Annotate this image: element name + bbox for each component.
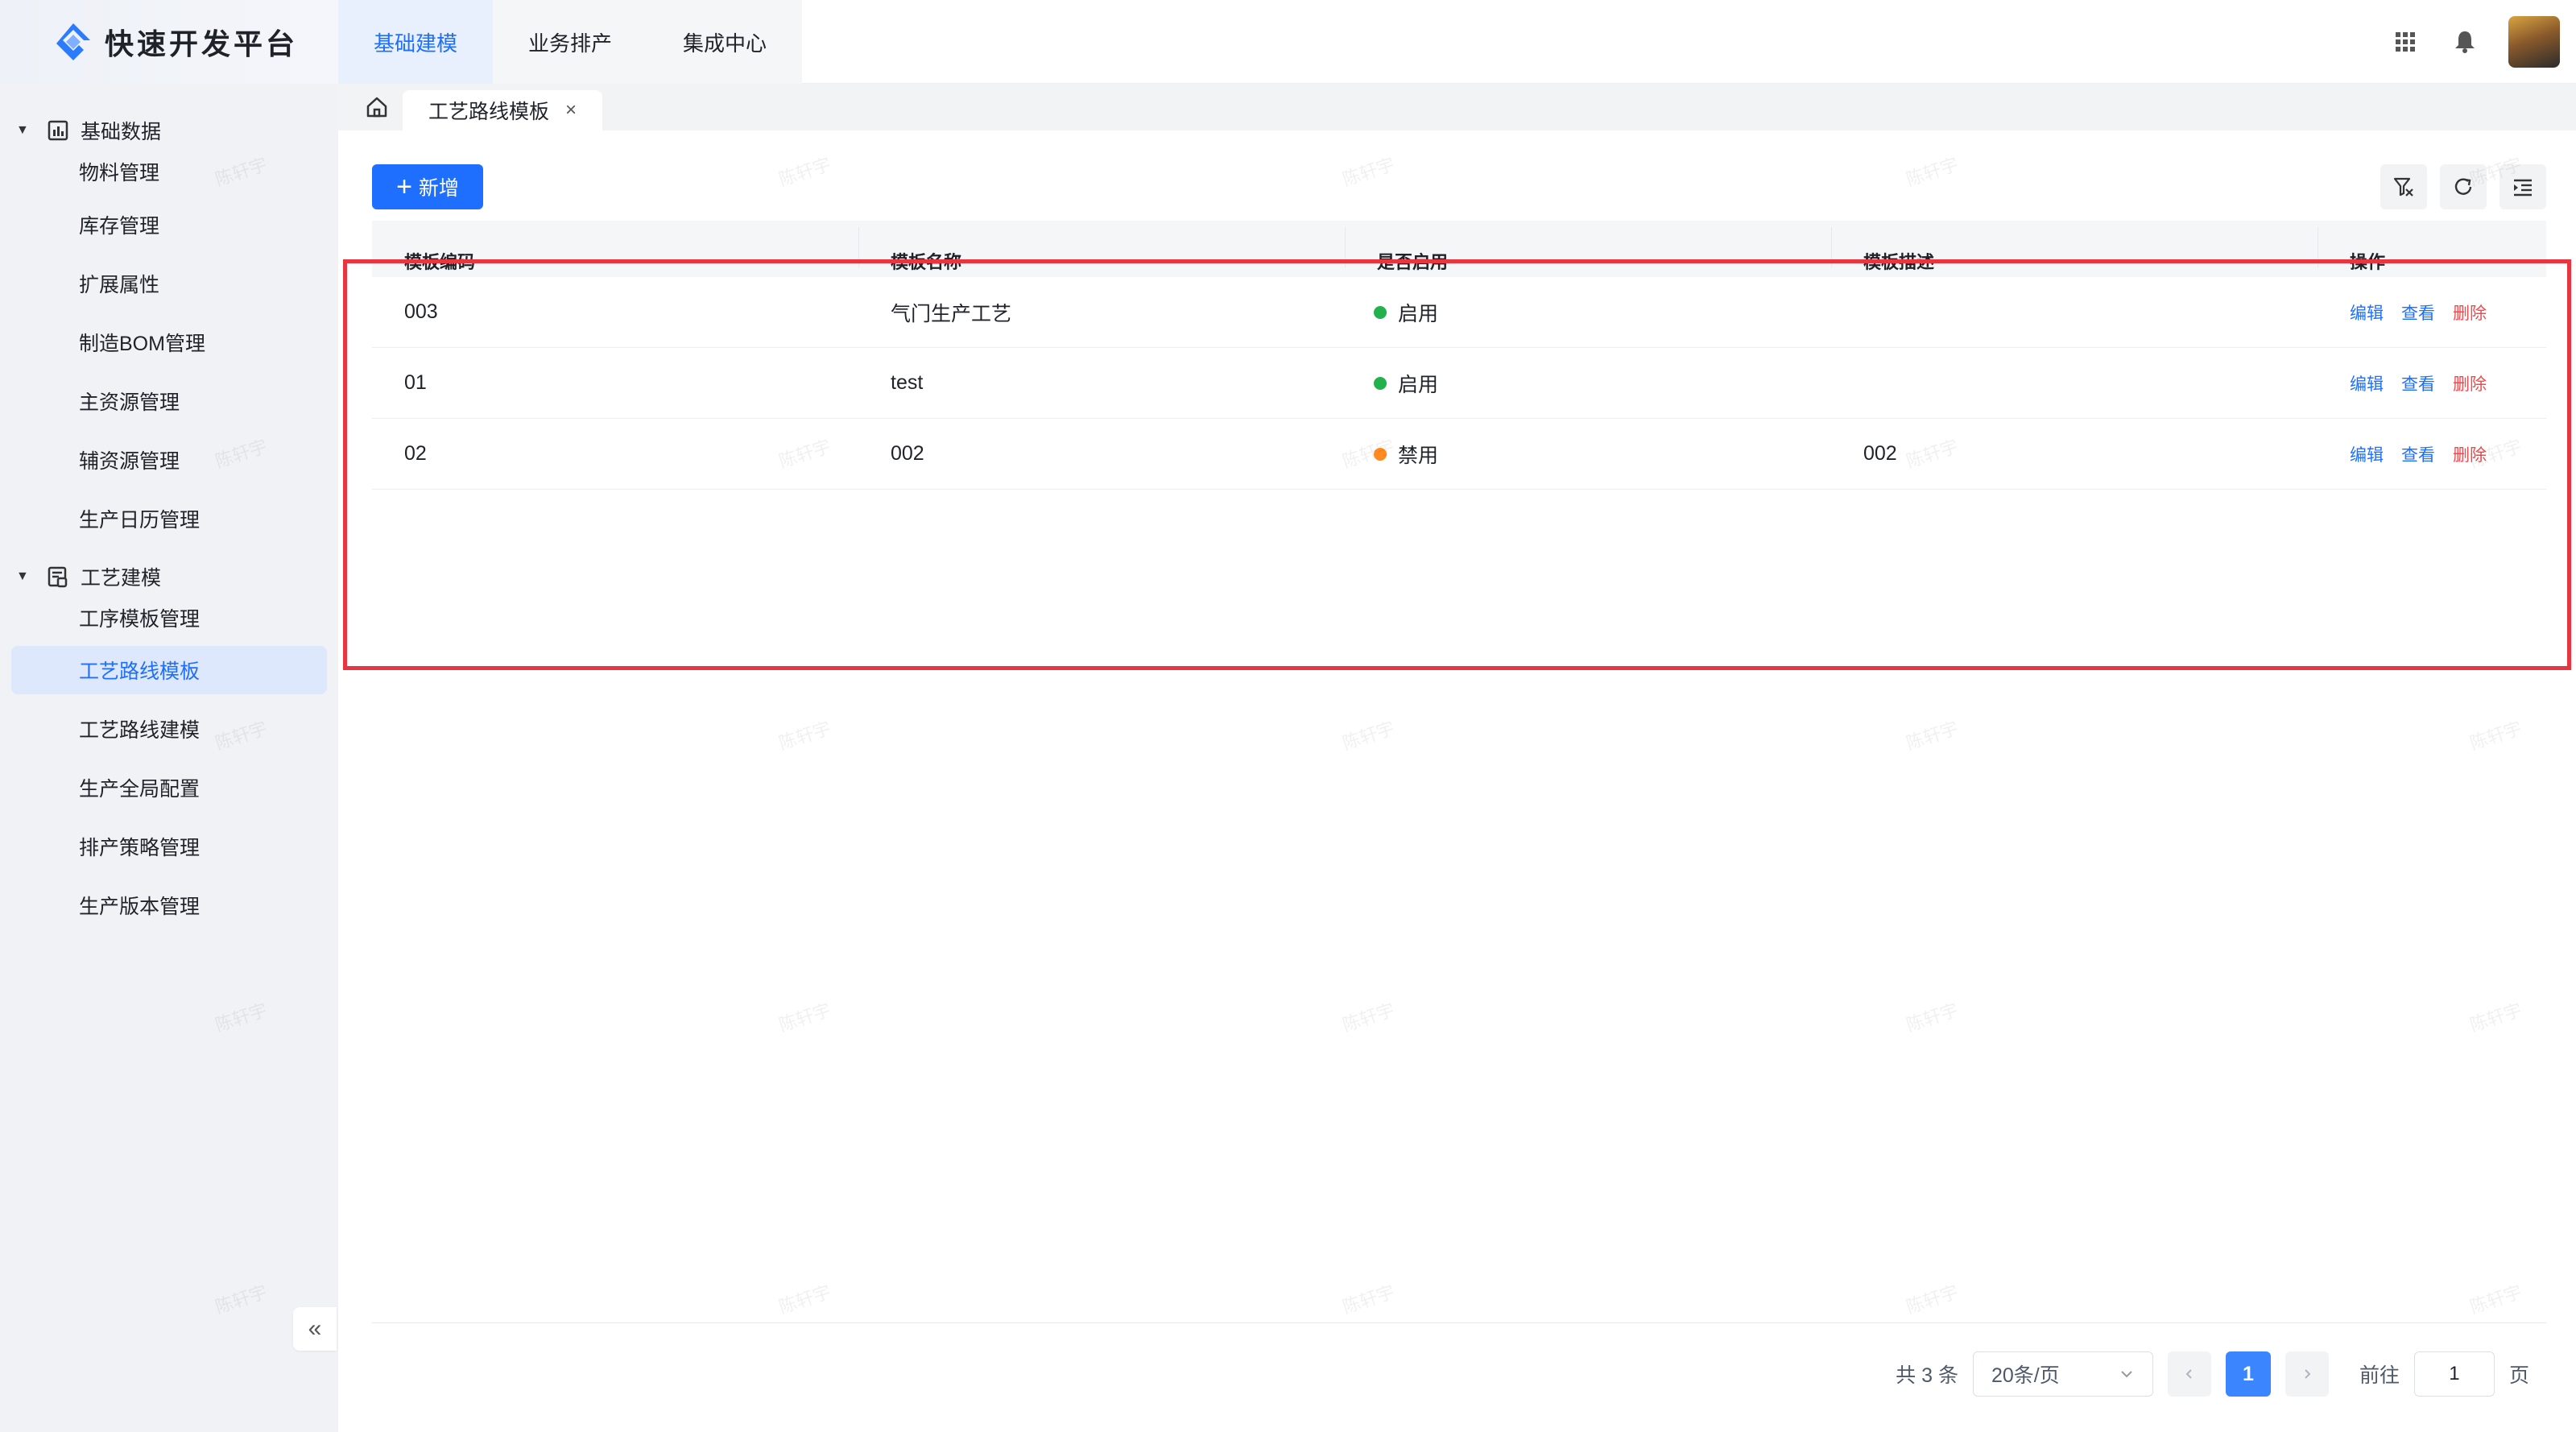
- status-dot-icon: [1374, 305, 1387, 319]
- tab-bar: 工艺路线模板 ×: [338, 84, 2576, 130]
- sidebar-item-material[interactable]: 物料管理: [11, 148, 327, 195]
- close-icon[interactable]: ×: [565, 99, 577, 122]
- cell-actions: 编辑 查看 删除: [2318, 300, 2546, 325]
- delete-link[interactable]: 删除: [2453, 371, 2487, 395]
- table-tools: [2380, 164, 2546, 209]
- delete-link[interactable]: 删除: [2453, 442, 2487, 466]
- caret-down-icon: ▼: [16, 123, 29, 137]
- prev-page-button[interactable]: [2167, 1351, 2211, 1397]
- status-dot-icon: [1374, 447, 1387, 461]
- sidebar-item-route-template[interactable]: 工艺路线模板: [11, 646, 327, 694]
- column-header-desc: 模板描述: [1831, 221, 2318, 277]
- edit-link[interactable]: 编辑: [2350, 442, 2384, 466]
- column-header-code: 模板编码: [404, 252, 476, 272]
- status-dot-icon: [1374, 376, 1387, 390]
- chevron-left-icon: [2185, 1369, 2192, 1379]
- view-link[interactable]: 查看: [2401, 371, 2435, 395]
- app-title: 快速开发平台: [105, 27, 299, 60]
- add-button-label: 新增: [418, 177, 459, 200]
- refresh-icon[interactable]: [2440, 164, 2487, 209]
- chevron-right-icon: [2305, 1369, 2311, 1379]
- logo-icon: [56, 23, 90, 60]
- main-content: + 新增 模板编码 模板名称 是否启用 模板描述 操作 003 气门生产工艺 启…: [338, 130, 2576, 1432]
- status-text: 启用: [1398, 373, 1439, 396]
- sidebar-item-strategy[interactable]: 排产策略管理: [11, 817, 327, 875]
- status-text: 启用: [1398, 302, 1439, 325]
- page-number-button[interactable]: 1: [2225, 1351, 2271, 1397]
- goto-label: 前往: [2359, 1364, 2400, 1387]
- status-text: 禁用: [1398, 444, 1439, 467]
- column-settings-icon[interactable]: [2500, 164, 2546, 209]
- top-nav: 基础建模 业务排产 集成中心: [338, 0, 803, 84]
- user-avatar[interactable]: [2508, 16, 2560, 68]
- add-button[interactable]: + 新增: [372, 164, 483, 209]
- top-header: 快速开发平台 基础建模 业务排产 集成中心: [0, 0, 2576, 84]
- pagination: 共 3 条 20条/页 1 前往 页: [1896, 1351, 2529, 1397]
- sidebar-item-global-config[interactable]: 生产全局配置: [11, 758, 327, 817]
- sidebar-item-route-modeling[interactable]: 工艺路线建模: [11, 699, 327, 758]
- sidebar-group-label: 工艺建模: [81, 567, 162, 590]
- bell-icon[interactable]: [2449, 26, 2481, 58]
- sidebar-item-calendar[interactable]: 生产日历管理: [11, 489, 327, 548]
- header-actions: [2389, 0, 2560, 84]
- column-header-name: 模板名称: [858, 221, 1345, 277]
- view-link[interactable]: 查看: [2401, 442, 2435, 466]
- page-unit-label: 页: [2508, 1364, 2529, 1387]
- sidebar-item-inventory[interactable]: 库存管理: [11, 195, 327, 254]
- cell-name: test: [891, 371, 924, 394]
- sidebar-item-bom[interactable]: 制造BOM管理: [11, 312, 327, 371]
- cell-name: 002: [891, 442, 924, 465]
- sidebar-item-version[interactable]: 生产版本管理: [11, 875, 327, 934]
- page-size-value: 20条/页: [1991, 1364, 2060, 1387]
- edit-link[interactable]: 编辑: [2350, 371, 2384, 395]
- table-row[interactable]: 01 test 启用 编辑 查看 删除: [372, 348, 2546, 419]
- cell-status: 禁用: [1345, 440, 1831, 469]
- brand[interactable]: 快速开发平台: [0, 0, 338, 84]
- delete-link[interactable]: 删除: [2453, 300, 2487, 325]
- sidebar-item-extended-attrs[interactable]: 扩展属性: [11, 254, 327, 312]
- table-row[interactable]: 003 气门生产工艺 启用 编辑 查看 删除: [372, 277, 2546, 348]
- cell-code: 02: [404, 442, 427, 465]
- plus-icon: +: [396, 172, 412, 202]
- route-template-table: 模板编码 模板名称 是否启用 模板描述 操作 003 气门生产工艺 启用 编辑 …: [372, 221, 2546, 490]
- cell-code: 01: [404, 371, 427, 394]
- apps-grid-icon[interactable]: [2389, 26, 2421, 58]
- toolbar: + 新增: [372, 164, 2546, 209]
- home-icon[interactable]: [351, 84, 403, 130]
- cell-actions: 编辑 查看 删除: [2318, 442, 2546, 466]
- table-header: 模板编码 模板名称 是否启用 模板描述 操作: [372, 221, 2546, 277]
- next-page-button[interactable]: [2284, 1351, 2329, 1397]
- view-link[interactable]: 查看: [2401, 300, 2435, 325]
- filter-icon[interactable]: [2380, 164, 2427, 209]
- sidebar-item-main-resource[interactable]: 主资源管理: [11, 371, 327, 430]
- top-nav-jichujianmo[interactable]: 基础建模: [338, 0, 494, 84]
- edit-link[interactable]: 编辑: [2350, 300, 2384, 325]
- bar-chart-icon: [48, 120, 68, 141]
- sidebar-item-aux-resource[interactable]: 辅资源管理: [11, 430, 327, 489]
- page-size-select[interactable]: 20条/页: [1972, 1351, 2153, 1397]
- sidebar-collapse-button[interactable]: «: [293, 1307, 337, 1351]
- chevron-down-icon: [2121, 1371, 2132, 1378]
- goto-page-input[interactable]: [2413, 1351, 2495, 1397]
- cell-desc: 002: [1863, 442, 1897, 465]
- document-icon: [48, 566, 68, 588]
- cell-name: 气门生产工艺: [891, 302, 1012, 325]
- cell-actions: 编辑 查看 删除: [2318, 371, 2546, 395]
- cell-status: 启用: [1345, 298, 1831, 327]
- column-header-actions: 操作: [2318, 221, 2546, 277]
- cell-status: 启用: [1345, 369, 1831, 398]
- sidebar: ▼ 基础数据 物料管理 库存管理 扩展属性 制造BOM管理 主资源管理 辅资源管…: [0, 84, 338, 1432]
- top-nav-yewupaichan[interactable]: 业务排产: [493, 0, 648, 84]
- sidebar-group-label: 基础数据: [81, 121, 162, 143]
- table-row[interactable]: 02 002 禁用 002 编辑 查看 删除: [372, 419, 2546, 490]
- divider: [372, 1322, 2546, 1323]
- sidebar-item-operation-template[interactable]: 工序模板管理: [11, 594, 327, 641]
- tab-route-template[interactable]: 工艺路线模板 ×: [403, 90, 603, 130]
- top-nav-jichengzhongxin[interactable]: 集成中心: [647, 0, 803, 84]
- caret-down-icon: ▼: [16, 569, 29, 583]
- cell-code: 003: [404, 300, 438, 323]
- tab-label: 工艺路线模板: [428, 101, 550, 123]
- total-count: 共 3 条: [1896, 1364, 1958, 1387]
- column-header-enabled: 是否启用: [1345, 221, 1831, 277]
